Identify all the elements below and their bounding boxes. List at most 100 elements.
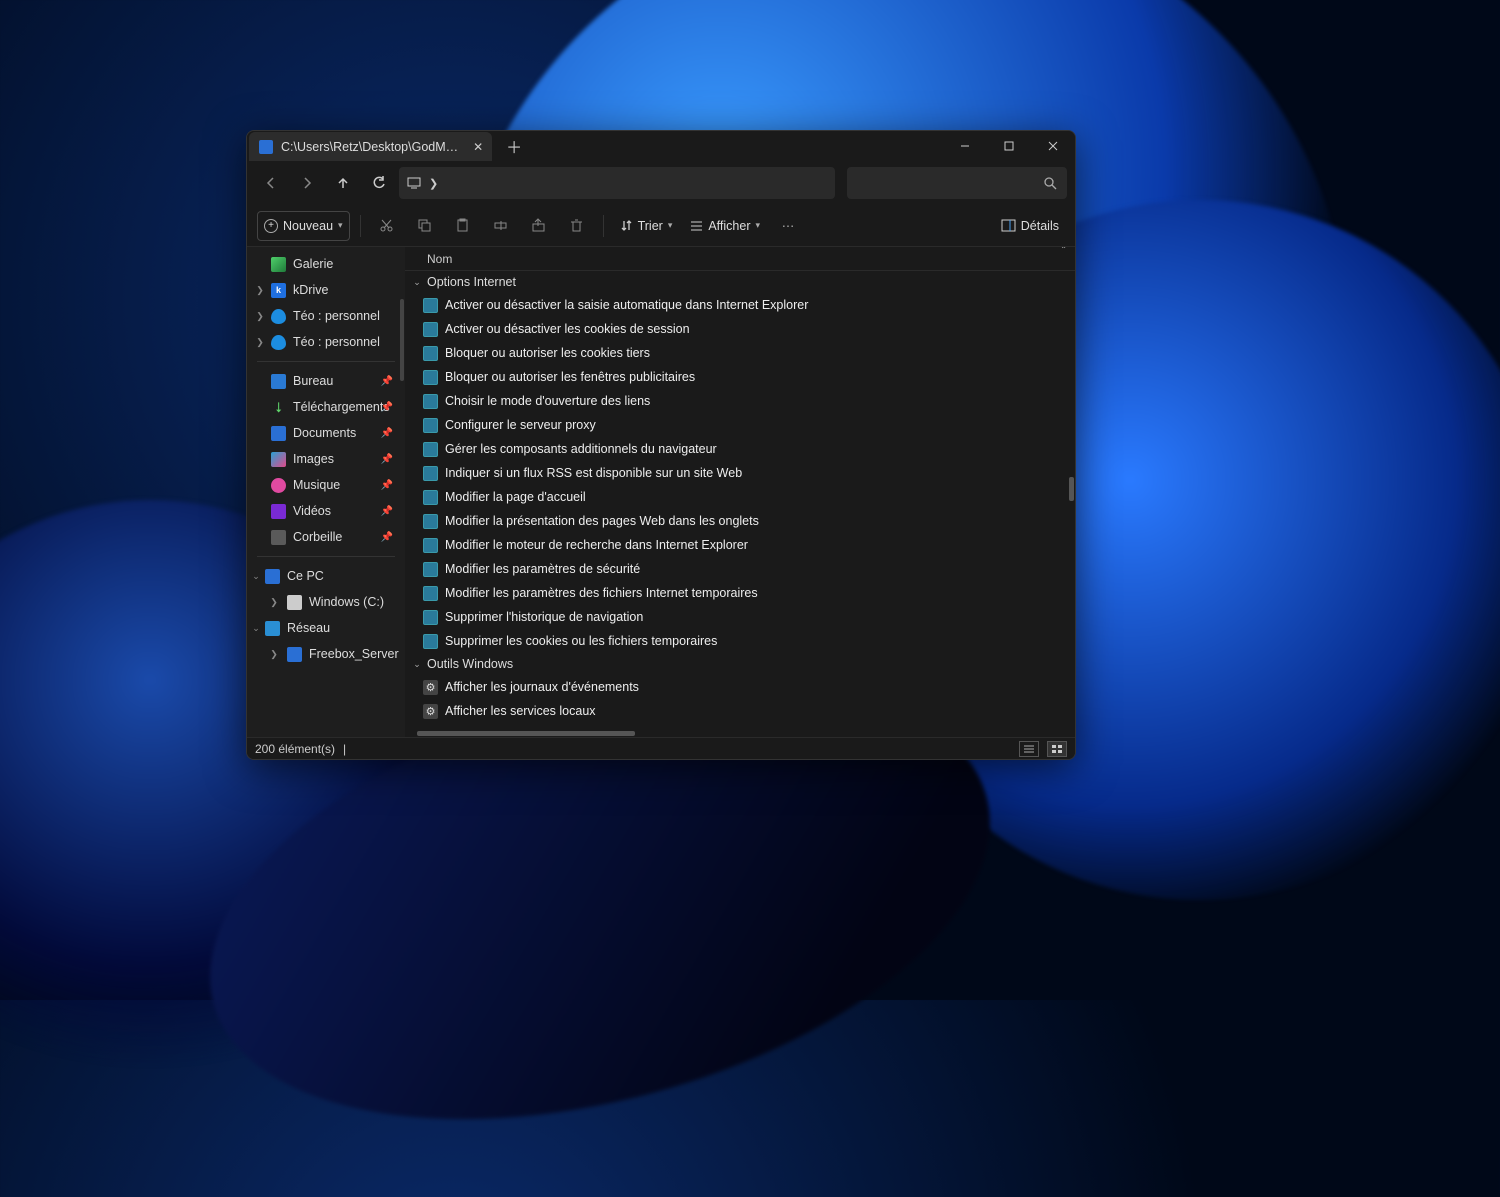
- sidebar-item-downloads[interactable]: ⭣ Téléchargements 📌: [251, 394, 401, 420]
- pin-icon[interactable]: 📌: [381, 402, 393, 413]
- back-button[interactable]: [255, 167, 287, 199]
- view-details-button[interactable]: [1047, 741, 1067, 757]
- expand-icon[interactable]: ❯: [269, 649, 279, 660]
- list-icon: [690, 219, 703, 232]
- delete-button[interactable]: [561, 211, 593, 241]
- refresh-button[interactable]: [363, 167, 395, 199]
- list-item[interactable]: Gérer les composants additionnels du nav…: [405, 437, 1075, 461]
- chevron-down-icon: ▾: [338, 220, 343, 231]
- sidebar-item-label: kDrive: [293, 283, 328, 297]
- list-item[interactable]: Bloquer ou autoriser les cookies tiers: [405, 341, 1075, 365]
- new-tab-button[interactable]: ＋: [492, 134, 536, 158]
- sidebar-item-teo-2[interactable]: ❯ Téo : personnel: [251, 329, 401, 355]
- sidebar-item-label: Téléchargements: [293, 400, 390, 414]
- new-button[interactable]: + Nouveau ▾: [257, 211, 350, 241]
- expand-icon[interactable]: ❯: [255, 337, 265, 348]
- rename-button[interactable]: [485, 211, 517, 241]
- sort-button[interactable]: Trier ▾: [614, 211, 679, 241]
- list-item[interactable]: Modifier les paramètres de sécurité: [405, 557, 1075, 581]
- sidebar-item-documents[interactable]: Documents 📌: [251, 420, 401, 446]
- command-bar: + Nouveau ▾: [247, 205, 1075, 247]
- details-pane-button[interactable]: Détails: [995, 211, 1065, 241]
- sidebar-item-trash[interactable]: Corbeille 📌: [251, 524, 401, 550]
- chevron-down-icon: ⌄: [411, 277, 423, 288]
- minimize-button[interactable]: [943, 131, 987, 161]
- group-internet-options[interactable]: ⌄ Options Internet: [405, 271, 1075, 293]
- address-bar[interactable]: ❯: [399, 167, 835, 199]
- sidebar-item-kdrive[interactable]: ❯ k kDrive: [251, 277, 401, 303]
- sidebar-item-freebox[interactable]: ❯ Freebox_Server: [251, 641, 401, 667]
- list-item[interactable]: Choisir le mode d'ouverture des liens: [405, 389, 1075, 413]
- list-item[interactable]: Modifier la présentation des pages Web d…: [405, 509, 1075, 533]
- pin-icon[interactable]: 📌: [381, 532, 393, 543]
- list-item[interactable]: Supprimer l'historique de navigation: [405, 605, 1075, 629]
- list-item[interactable]: Configurer le serveur proxy: [405, 413, 1075, 437]
- sidebar-item-images[interactable]: Images 📌: [251, 446, 401, 472]
- chevron-right-icon[interactable]: ❯: [429, 177, 438, 190]
- sidebar-item-label: Documents: [293, 426, 356, 440]
- sidebar-item-videos[interactable]: Vidéos 📌: [251, 498, 401, 524]
- copy-button[interactable]: [409, 211, 441, 241]
- group-windows-tools[interactable]: ⌄ Outils Windows: [405, 653, 1075, 675]
- list-item-label: Bloquer ou autoriser les cookies tiers: [445, 346, 650, 360]
- close-button[interactable]: [1031, 131, 1075, 161]
- expand-icon[interactable]: ❯: [255, 285, 265, 296]
- sidebar-item-label: Images: [293, 452, 334, 466]
- list-item[interactable]: Modifier la page d'accueil: [405, 485, 1075, 509]
- list-item[interactable]: Activer ou désactiver les cookies de ses…: [405, 317, 1075, 341]
- sidebar-item-gallery[interactable]: Galerie: [251, 251, 401, 277]
- up-button[interactable]: [327, 167, 359, 199]
- list-item[interactable]: ⚙Afficher les services locaux: [405, 699, 1075, 723]
- list-item[interactable]: Indiquer si un flux RSS est disponible s…: [405, 461, 1075, 485]
- expand-icon[interactable]: ❯: [255, 311, 265, 322]
- pin-icon[interactable]: 📌: [381, 480, 393, 491]
- list-item[interactable]: Activer ou désactiver la saisie automati…: [405, 293, 1075, 317]
- sidebar-item-teo-1[interactable]: ❯ Téo : personnel: [251, 303, 401, 329]
- paste-button[interactable]: [447, 211, 479, 241]
- list-item[interactable]: Modifier les paramètres des fichiers Int…: [405, 581, 1075, 605]
- list-item[interactable]: ⚙Afficher les journaux d'événements: [405, 675, 1075, 699]
- view-button[interactable]: Afficher ▾: [684, 211, 766, 241]
- search-box[interactable]: [847, 167, 1067, 199]
- pin-icon[interactable]: 📌: [381, 428, 393, 439]
- tab-active[interactable]: C:\Users\Retz\Desktop\GodM… ✕: [249, 132, 492, 162]
- tab-close-button[interactable]: ✕: [472, 141, 484, 153]
- list-item-label: Modifier la page d'accueil: [445, 490, 586, 504]
- kdrive-icon: k: [271, 283, 286, 298]
- nav-row: ❯: [247, 161, 1075, 205]
- view-list-button[interactable]: [1019, 741, 1039, 757]
- list-item[interactable]: Bloquer ou autoriser les fenêtres public…: [405, 365, 1075, 389]
- maximize-button[interactable]: [987, 131, 1031, 161]
- view-label: Afficher: [708, 219, 750, 233]
- sidebar-item-network[interactable]: ⌄ Réseau: [251, 615, 401, 641]
- cloud-icon: [271, 335, 286, 350]
- horizontal-scrollbar[interactable]: [417, 731, 635, 736]
- list-item-label: Configurer le serveur proxy: [445, 418, 596, 432]
- clipboard-icon: [455, 218, 470, 233]
- collapse-icon[interactable]: ⌄: [251, 623, 261, 634]
- sidebar-item-windows-c[interactable]: ❯ Windows (C:): [251, 589, 401, 615]
- sidebar-item-music[interactable]: Musique 📌: [251, 472, 401, 498]
- pin-icon[interactable]: 📌: [381, 506, 393, 517]
- column-header-name[interactable]: Nom ⌃: [405, 247, 1075, 271]
- group-label: Options Internet: [427, 275, 516, 289]
- forward-button[interactable]: [291, 167, 323, 199]
- expand-icon[interactable]: ❯: [269, 597, 279, 608]
- collapse-icon[interactable]: ⌄: [251, 571, 261, 582]
- column-header-label: Nom: [427, 252, 452, 266]
- pin-icon[interactable]: 📌: [381, 376, 393, 387]
- more-button[interactable]: ⋯: [772, 211, 804, 241]
- list-item[interactable]: Modifier le moteur de recherche dans Int…: [405, 533, 1075, 557]
- vertical-scrollbar[interactable]: [1069, 477, 1074, 501]
- gallery-icon: [271, 257, 286, 272]
- list-item[interactable]: Supprimer les cookies ou les fichiers te…: [405, 629, 1075, 653]
- share-button[interactable]: [523, 211, 555, 241]
- sidebar-item-bureau[interactable]: Bureau 📌: [251, 368, 401, 394]
- cut-button[interactable]: [371, 211, 403, 241]
- control-panel-icon: [423, 586, 438, 601]
- video-icon: [271, 504, 286, 519]
- sidebar-item-thispc[interactable]: ⌄ Ce PC: [251, 563, 401, 589]
- list-item-label: Supprimer l'historique de navigation: [445, 610, 643, 624]
- pin-icon[interactable]: 📌: [381, 454, 393, 465]
- details-panel-icon: [1001, 219, 1016, 232]
